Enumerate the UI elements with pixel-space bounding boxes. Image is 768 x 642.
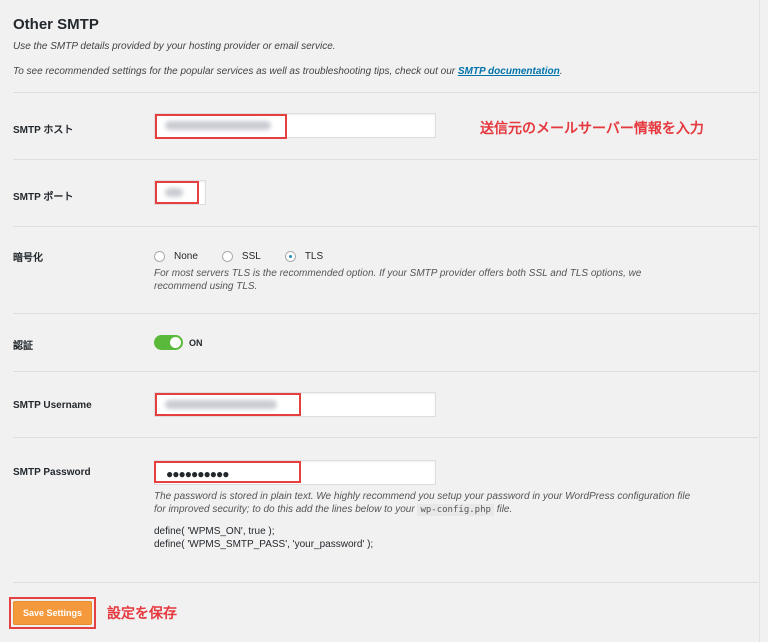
password-help-line1: The password is stored in plain text. We… xyxy=(154,491,691,502)
define-snippet: define( 'WPMS_ON', true ); define( 'WPMS… xyxy=(154,526,373,551)
auth-toggle-state: ON xyxy=(189,338,203,348)
docs-note-prefix: To see recommended settings for the popu… xyxy=(13,66,458,77)
radio-ssl-label[interactable]: SSL xyxy=(242,251,261,262)
encryption-help-line1: For most servers TLS is the recommended … xyxy=(154,268,642,279)
smtp-host-label: SMTP ホスト xyxy=(13,125,74,136)
password-help-line2: for improved security; to do this add th… xyxy=(154,503,690,517)
divider xyxy=(13,437,758,438)
password-help-suffix: file. xyxy=(493,503,513,515)
smtp-host-highlight xyxy=(155,114,287,139)
smtp-documentation-link[interactable]: SMTP documentation xyxy=(458,66,560,77)
divider xyxy=(13,226,758,227)
smtp-port-highlight xyxy=(155,181,199,204)
divider xyxy=(13,582,758,583)
radio-none-label[interactable]: None xyxy=(174,251,198,262)
encryption-radio-group: None SSL TLS xyxy=(154,249,347,263)
divider xyxy=(13,313,758,314)
password-help-prefix: for improved security; to do this add th… xyxy=(154,503,418,515)
password-help: The password is stored in plain text. We… xyxy=(154,491,690,516)
radio-ssl[interactable] xyxy=(221,250,233,262)
define-line1: define( 'WPMS_ON', true ); xyxy=(154,526,275,537)
divider xyxy=(13,92,758,93)
radio-tls[interactable] xyxy=(284,250,296,262)
auth-toggle[interactable] xyxy=(154,335,183,350)
divider xyxy=(13,159,758,160)
section-docs-note: To see recommended settings for the popu… xyxy=(13,66,563,77)
docs-note-suffix: . xyxy=(559,66,563,77)
smtp-password-highlight xyxy=(154,461,301,483)
smtp-username-label: SMTP Username xyxy=(13,400,92,411)
define-line2: define( 'WPMS_SMTP_PASS', 'your_password… xyxy=(154,538,374,550)
divider xyxy=(13,371,758,372)
radio-tls-label[interactable]: TLS xyxy=(305,251,323,262)
toggle-knob xyxy=(170,337,181,348)
smtp-username-highlight xyxy=(155,393,301,416)
encryption-help-line2: recommend using TLS. xyxy=(154,280,258,292)
smtp-port-label: SMTP ポート xyxy=(13,192,74,203)
wp-config-code: wp-config.php xyxy=(417,503,494,516)
encryption-label: 暗号化 xyxy=(13,253,43,264)
save-settings-button[interactable]: Save Settings xyxy=(13,601,92,625)
encryption-help: For most servers TLS is the recommended … xyxy=(154,268,641,293)
smtp-password-label: SMTP Password xyxy=(13,467,91,478)
save-annotation: 設定を保存 xyxy=(107,605,177,621)
page-edge-divider xyxy=(759,0,760,642)
section-description: Use the SMTP details provided by your ho… xyxy=(13,41,336,52)
smtp-host-annotation: 送信元のメールサーバー情報を入力 xyxy=(480,120,704,136)
auth-label: 認証 xyxy=(13,341,33,352)
section-title: Other SMTP xyxy=(13,16,99,33)
radio-none[interactable] xyxy=(154,250,165,262)
